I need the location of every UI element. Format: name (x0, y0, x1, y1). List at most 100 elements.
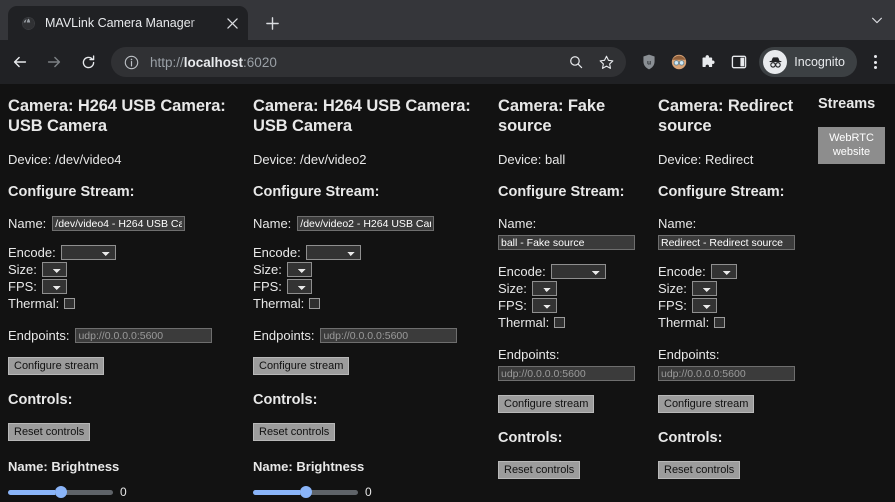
camera-manager-page: Camera: H264 USB Camera: USB Camera Devi… (0, 84, 895, 502)
device-value: /dev/video4 (54, 152, 122, 168)
size-select[interactable] (531, 281, 557, 297)
reload-icon[interactable] (72, 46, 104, 78)
ublock-shield-icon[interactable]: u (635, 48, 663, 76)
svg-text:u: u (647, 59, 651, 66)
side-panel-icon[interactable] (725, 48, 753, 76)
name-label: Name: (498, 216, 537, 232)
reset-controls-button[interactable]: Reset controls (8, 423, 91, 442)
size-select[interactable] (286, 262, 312, 278)
thermal-checkbox[interactable] (309, 298, 321, 310)
streams-heading: Streams (818, 96, 876, 112)
face-extension-icon[interactable] (665, 48, 693, 76)
configure-stream-heading: Configure Stream: (498, 184, 625, 201)
configure-stream-button[interactable]: Configure stream (253, 357, 350, 376)
device-label: Device: (658, 152, 702, 168)
size-row: Size: (658, 280, 802, 297)
device-label: Device: (253, 152, 297, 168)
brightness-slider[interactable] (253, 489, 358, 495)
fps-row: FPS: (498, 297, 642, 314)
size-select[interactable] (41, 262, 67, 278)
configure-stream-heading: Configure Stream: (658, 184, 785, 201)
configure-stream-button[interactable]: Configure stream (8, 357, 105, 376)
endpoints-input[interactable] (498, 366, 635, 382)
stream-name-input[interactable] (498, 235, 635, 251)
page-title: Camera: Redirect source (658, 97, 794, 136)
size-row: Size: (8, 261, 237, 278)
encode-select[interactable] (550, 264, 606, 280)
controls-heading: Controls: (253, 392, 318, 409)
browser-tab[interactable]: MAVLink Camera Manager (8, 6, 248, 40)
configure-stream-button[interactable]: Configure stream (498, 395, 595, 414)
url-scheme: http:// (150, 54, 184, 70)
forward-arrow-icon[interactable] (38, 46, 70, 78)
three-dot-menu-icon[interactable] (861, 46, 889, 78)
endpoints-input[interactable] (658, 366, 795, 382)
close-icon[interactable] (222, 13, 242, 33)
control-name-value: Brightness (51, 459, 120, 475)
chevron-down-icon[interactable] (859, 0, 895, 40)
reset-controls-wrap: Reset controls (658, 460, 802, 480)
encode-row: Encode: (658, 263, 802, 280)
thermal-row: Thermal: (253, 295, 482, 312)
reset-controls-wrap: Reset controls (8, 422, 237, 442)
fps-row: FPS: (253, 278, 482, 295)
fps-row: FPS: (658, 297, 802, 314)
stream-name-input[interactable] (658, 235, 795, 251)
fps-select[interactable] (41, 279, 67, 295)
incognito-badge[interactable]: Incognito (759, 47, 857, 77)
configure-stream-heading: Configure Stream: (253, 184, 380, 201)
camera-column: Camera: H264 USB Camera: USB Camera Devi… (0, 92, 245, 502)
fps-select[interactable] (531, 298, 557, 314)
omnibox-actions (562, 48, 620, 76)
device-line: Device: Redirect (658, 152, 802, 167)
url-text: http://localhost:6020 (150, 55, 562, 70)
plus-icon[interactable] (258, 9, 286, 37)
thermal-checkbox[interactable] (554, 317, 566, 329)
info-circle-icon[interactable] (123, 54, 140, 71)
thermal-label: Thermal: (498, 314, 550, 330)
fps-select[interactable] (691, 298, 717, 314)
endpoints-row: Endpoints: (253, 328, 482, 344)
device-value: /dev/video2 (299, 152, 367, 168)
thermal-checkbox[interactable] (714, 317, 726, 329)
endpoints-input[interactable] (320, 328, 458, 344)
device-label: Device: (8, 152, 52, 168)
thermal-row: Thermal: (658, 314, 802, 331)
device-value: ball (544, 152, 566, 168)
incognito-icon (763, 50, 788, 74)
stream-selects: Encode: Size: FPS: Thermal: (8, 244, 237, 312)
device-line: Device: /dev/video2 (253, 152, 482, 167)
reset-controls-button[interactable]: Reset controls (658, 461, 741, 480)
device-label: Device: (498, 152, 542, 168)
brightness-slider[interactable] (8, 489, 113, 495)
search-icon[interactable] (562, 48, 590, 76)
brightness-value: 0 (120, 485, 127, 500)
size-row: Size: (253, 261, 482, 278)
address-bar[interactable]: http://localhost:6020 (111, 47, 627, 77)
encode-select[interactable] (710, 264, 737, 280)
encode-select[interactable] (60, 245, 116, 261)
configure-stream-button[interactable]: Configure stream (658, 395, 755, 414)
puzzle-icon[interactable] (695, 48, 723, 76)
endpoints-label: Endpoints: (8, 328, 70, 344)
controls-heading: Controls: (498, 430, 563, 447)
webrtc-website-button[interactable]: WebRTC website (818, 127, 885, 164)
camera-column: Camera: Redirect source Device: Redirect… (650, 92, 810, 480)
thermal-checkbox[interactable] (64, 298, 76, 310)
stream-name-input[interactable] (52, 216, 186, 232)
fps-select[interactable] (286, 279, 312, 295)
star-icon[interactable] (592, 48, 620, 76)
browser-toolbar: http://localhost:6020 u Incognito (0, 40, 895, 84)
reset-controls-button[interactable]: Reset controls (253, 423, 336, 442)
reset-controls-wrap: Reset controls (498, 460, 642, 480)
back-arrow-icon[interactable] (4, 46, 36, 78)
endpoints-input[interactable] (75, 328, 213, 344)
size-select[interactable] (691, 281, 717, 297)
stream-name-input[interactable] (297, 216, 435, 232)
name-label: Name: (8, 216, 47, 232)
url-host: localhost (183, 54, 244, 70)
configure-stream-heading: Configure Stream: (8, 184, 135, 201)
encode-row: Encode: (253, 244, 482, 261)
reset-controls-button[interactable]: Reset controls (498, 461, 581, 480)
encode-select[interactable] (305, 245, 361, 261)
